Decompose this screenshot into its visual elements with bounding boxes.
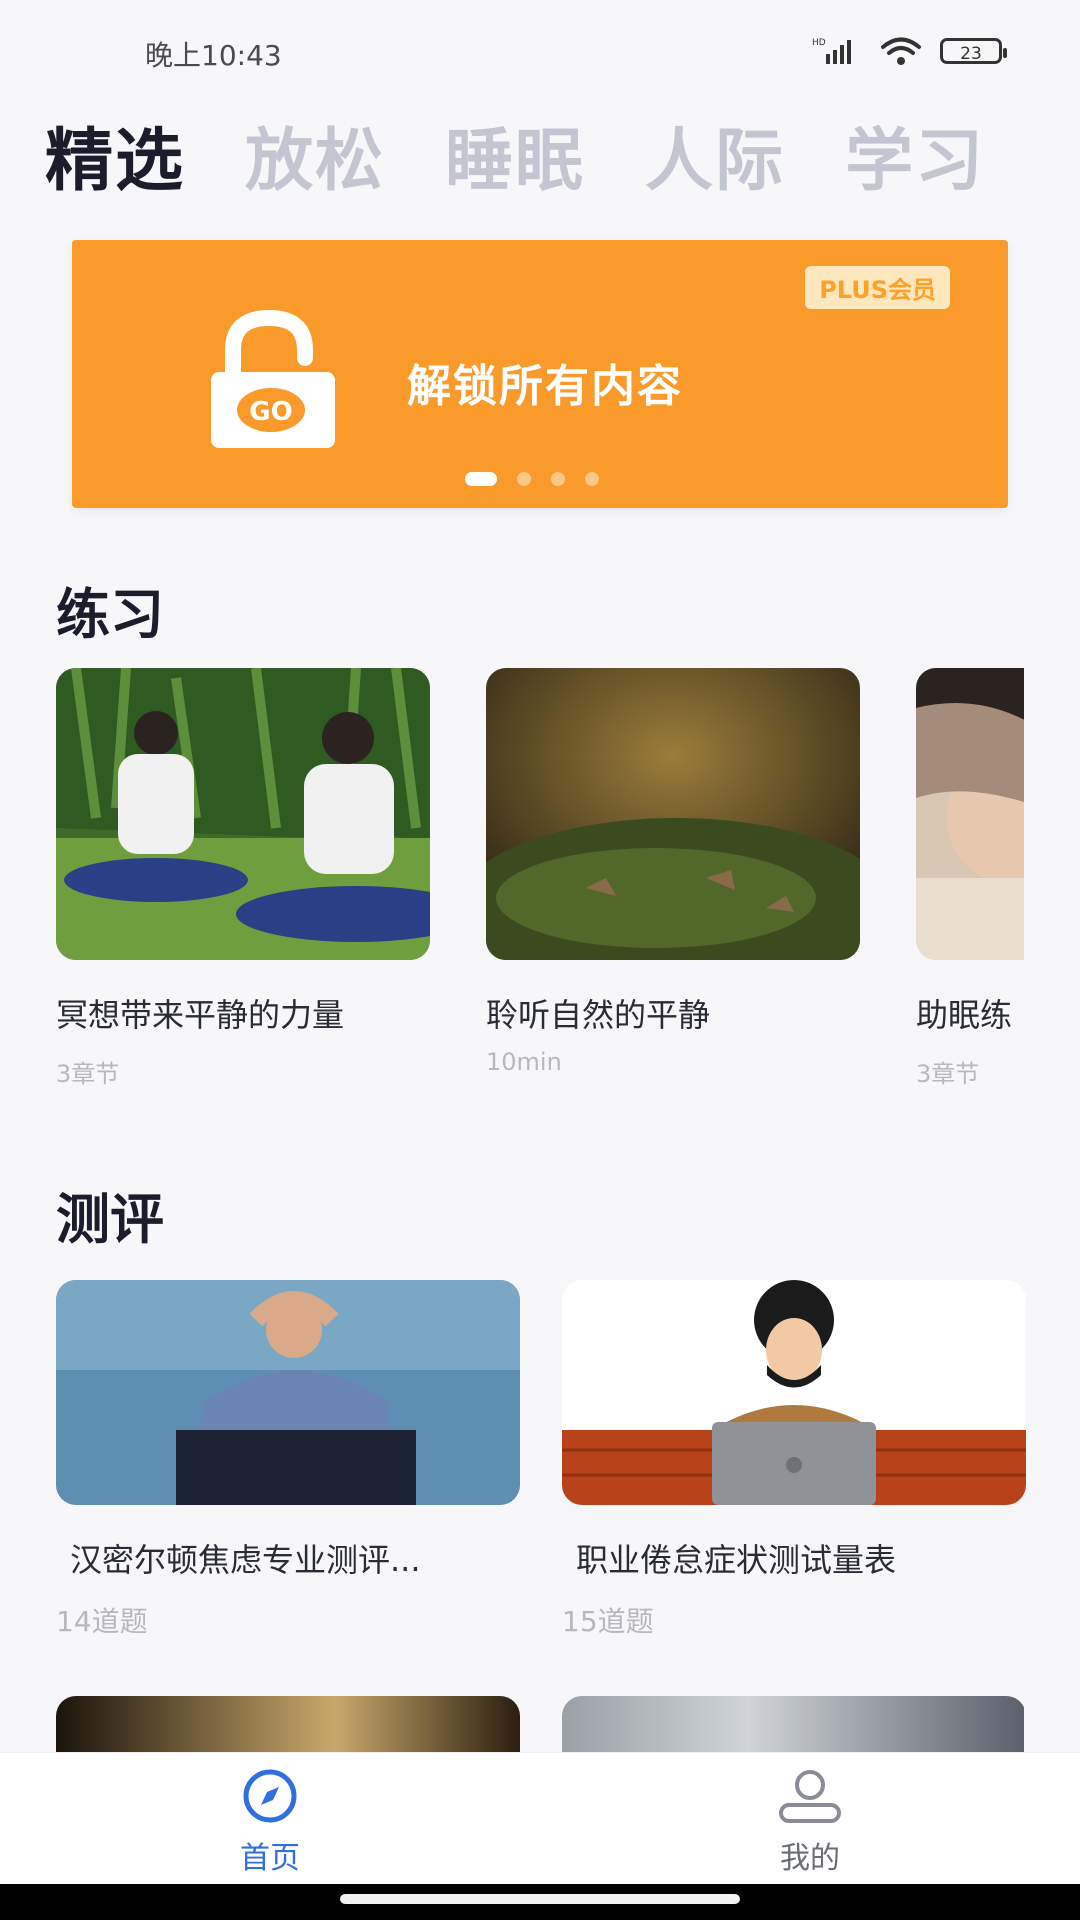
tab-label: 放松 xyxy=(245,122,386,195)
tab-label: 人际 xyxy=(645,122,786,195)
practice-card-meta: 3章节 xyxy=(56,1060,120,1088)
practice-card[interactable]: 冥想带来平静的力量 3章节 xyxy=(56,668,430,1088)
carousel-dot[interactable] xyxy=(585,472,599,486)
bottom-nav: 首页 我的 xyxy=(0,1752,1080,1885)
lock-go-label: GO xyxy=(249,397,292,427)
nav-mine[interactable]: 我的 xyxy=(730,1769,890,1877)
nav-home[interactable]: 首页 xyxy=(190,1769,350,1877)
practice-card[interactable]: 聆听自然的平静 10min xyxy=(486,668,860,1076)
battery-indicator: 23 xyxy=(940,38,1007,64)
wifi-icon xyxy=(881,37,921,65)
burnout-image xyxy=(562,1280,1026,1505)
practice-card[interactable]: 助眠练 3章节 xyxy=(916,668,1024,1088)
compass-icon xyxy=(243,1769,297,1823)
tab-featured[interactable]: 精选 xyxy=(45,105,185,195)
practice-card-title: 冥想带来平静的力量 xyxy=(56,996,345,1034)
nature-image xyxy=(486,668,860,960)
tab-relax[interactable]: 放松 xyxy=(245,105,385,195)
unlock-icon: GO xyxy=(211,310,335,448)
plus-member-badge: PLUS会员 xyxy=(805,266,950,309)
practice-carousel[interactable]: 冥想带来平静的力量 3章节 聆听自然的平静 10min 助眠练 3章节 xyxy=(56,668,1024,1088)
evaluation-card[interactable]: 汉密尔顿焦虑专业测评... 14道题 xyxy=(56,1280,520,1638)
system-navigation-bar xyxy=(0,1884,1080,1920)
carousel-dot[interactable] xyxy=(465,472,497,486)
banner-text: 解锁所有内容 xyxy=(407,361,683,412)
promo-banner[interactable]: PLUS会员 GO 解锁所有内容 xyxy=(72,240,1008,508)
network-type-label: HD xyxy=(812,38,826,48)
status-bar: 晚上10:43 HD 23 xyxy=(0,0,1080,100)
nav-mine-label: 我的 xyxy=(780,1841,840,1876)
category-tabs: 精选 放松 睡眠 人际 学习 xyxy=(45,105,1035,195)
evaluation-grid: 汉密尔顿焦虑专业测评... 14道题 职业倦怠症状测试量表 15道题 xyxy=(56,1280,1026,1640)
evaluation-next-row xyxy=(56,1696,1024,1756)
evaluation-card-peek[interactable] xyxy=(562,1696,1024,1756)
evaluation-card-title: 职业倦怠症状测试量表 xyxy=(576,1541,897,1579)
section-title-evaluation: 测评 xyxy=(56,1188,164,1251)
evaluation-card[interactable]: 职业倦怠症状测试量表 15道题 xyxy=(562,1280,1026,1638)
tab-label: 精选 xyxy=(45,122,186,195)
evaluation-card-meta: 15道题 xyxy=(562,1605,654,1638)
practice-card-title: 助眠练 xyxy=(916,996,1013,1034)
user-icon xyxy=(779,1770,841,1823)
practice-card-meta: 10min xyxy=(486,1048,562,1076)
carousel-dot[interactable] xyxy=(551,472,565,486)
practice-card-meta: 3章节 xyxy=(916,1060,980,1088)
tab-social[interactable]: 人际 xyxy=(645,105,785,195)
home-indicator[interactable] xyxy=(340,1894,740,1904)
status-time: 晚上10:43 xyxy=(145,39,282,72)
tab-label: 睡眠 xyxy=(445,122,586,195)
section-title-practice: 练习 xyxy=(56,583,164,646)
tab-study[interactable]: 学习 xyxy=(845,105,985,195)
evaluation-card-meta: 14道题 xyxy=(56,1605,148,1638)
evaluation-card-title: 汉密尔顿焦虑专业测评... xyxy=(70,1541,421,1579)
signal-icon: HD xyxy=(812,38,851,64)
tab-label: 学习 xyxy=(845,122,986,195)
practice-card-title: 聆听自然的平静 xyxy=(486,996,711,1034)
carousel-dot[interactable] xyxy=(517,472,531,486)
meditation-image xyxy=(56,668,430,960)
evaluation-card-peek[interactable] xyxy=(56,1696,520,1756)
nav-home-label: 首页 xyxy=(240,1841,300,1876)
status-icons: HD 23 xyxy=(812,34,1007,68)
tab-sleep[interactable]: 睡眠 xyxy=(445,105,585,195)
sleep-image xyxy=(916,668,1024,960)
carousel-dots xyxy=(465,472,599,486)
anxiety-image xyxy=(56,1280,520,1505)
